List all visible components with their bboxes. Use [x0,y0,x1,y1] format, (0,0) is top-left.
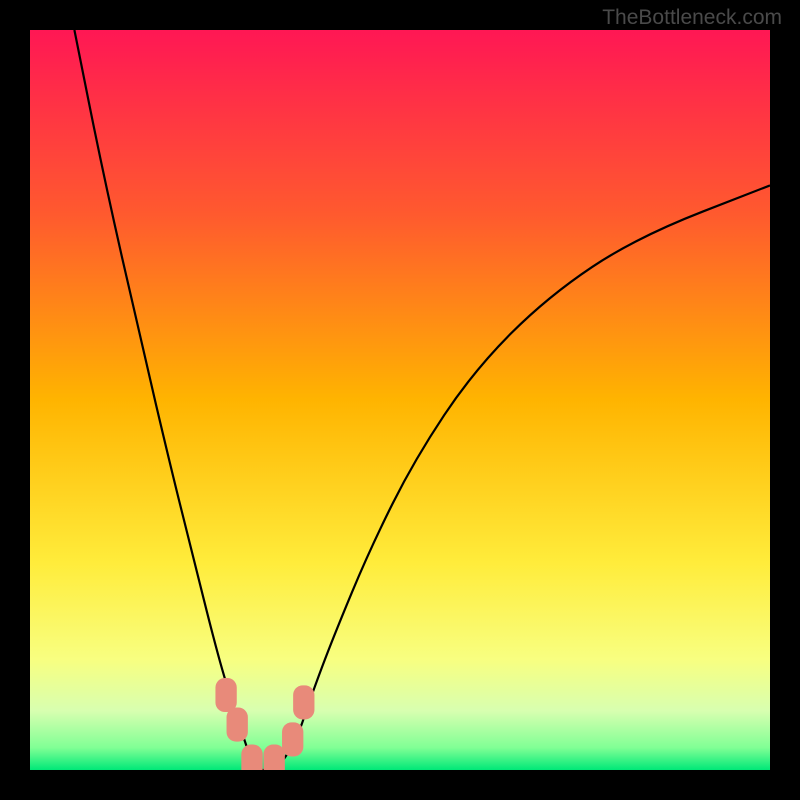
marker-e [282,722,303,756]
marker-f [293,685,314,719]
watermark-text: TheBottleneck.com [602,6,782,30]
marker-d [264,745,285,770]
bottleneck-curve [74,30,770,770]
curve-layer [30,30,770,770]
plot-area [30,30,770,770]
marker-b [227,708,248,742]
marker-c [241,745,262,770]
marker-a [215,678,236,712]
